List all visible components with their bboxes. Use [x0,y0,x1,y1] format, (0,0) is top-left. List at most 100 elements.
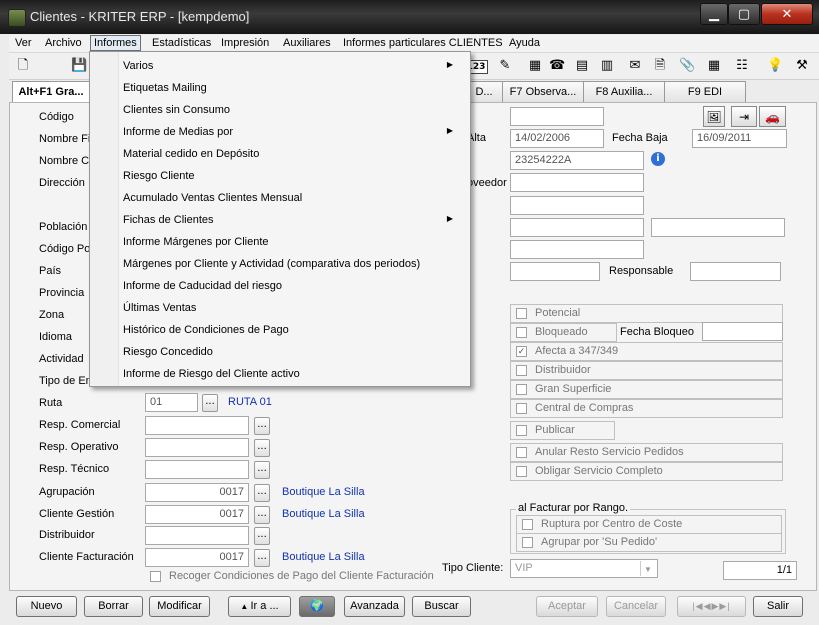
checkbox-box[interactable] [516,403,527,414]
menu-item-medias[interactable]: Informe de Medias por ▶ [123,126,463,138]
cliente-facturacion-lookup[interactable]: ... [254,549,270,567]
borrar-button[interactable]: Borrar [84,596,143,617]
resp-tecnico-lookup[interactable]: ... [254,461,270,479]
menu-item-etiquetas[interactable]: Etiquetas Mailing [123,82,207,94]
checkbox-distribuidor[interactable]: Distribuidor [510,361,783,380]
poblacion-field-extra[interactable] [651,218,785,237]
checkbox-bloqueado[interactable]: Bloqueado [510,323,617,342]
minimize-button[interactable]: ▁ [700,3,728,25]
menu-informes[interactable]: Informes [90,35,141,51]
grid-icon[interactable]: ▦ [706,58,722,74]
prev-record-icon[interactable]: ◀ [704,601,712,611]
distribuidor-lookup[interactable]: ... [254,527,270,545]
menu-informes-particulares[interactable]: Informes particulares CLIENTES [343,37,503,49]
menu-item-riesgo-cliente[interactable]: Riesgo Cliente [123,170,195,182]
maximize-button[interactable]: ▢ [728,3,760,25]
direccion-field-2[interactable] [510,196,644,215]
checkbox-potencial[interactable]: Potencial [510,304,783,323]
image-button[interactable]: 🖼 [703,106,725,127]
cliente-gestion-field[interactable]: 0017 [145,505,249,524]
menu-estadisticas[interactable]: Estadísticas [152,37,211,49]
checkbox-box[interactable] [516,447,527,458]
tab-edi[interactable]: F9 EDI [664,81,746,102]
checkbox-box[interactable] [150,571,161,582]
ruta-lookup-button[interactable]: ... [202,394,218,412]
checkbox-box[interactable]: ✓ [516,346,527,357]
chevron-down-icon[interactable]: ▼ [640,561,655,576]
checkbox-ruptura-centro[interactable]: Ruptura por Centro de Coste [516,515,782,534]
navigation-buttons[interactable]: |◀◀▶▶| [677,596,746,617]
tab-auxiliares[interactable]: F8 Auxilia... [583,81,665,102]
first-record-icon[interactable]: |◀ [692,601,703,611]
ruta-code-field[interactable]: 01 [145,393,198,412]
menu-item-fichas[interactable]: Fichas de Clientes ▶ [123,214,463,226]
car-button[interactable]: 🚗 [759,106,786,127]
distribuidor-field[interactable] [145,526,249,545]
checkbox-box[interactable] [516,425,527,436]
resp-comercial-lookup[interactable]: ... [254,417,270,435]
menu-impresion[interactable]: Impresión [221,37,269,49]
resp-operativo-field[interactable] [145,438,249,457]
checkbox-central-compras[interactable]: Central de Compras [510,399,783,418]
menu-item-ultimas-ventas[interactable]: Últimas Ventas [123,302,196,314]
pen-icon[interactable]: ✎ [497,58,513,74]
checkbox-publicar[interactable]: Publicar [510,421,615,440]
checkbox-box[interactable] [516,308,527,319]
lightbulb-icon[interactable]: 💡 [767,58,783,74]
avanzada-button[interactable]: Avanzada [344,596,405,617]
new-doc-icon[interactable]: 🗋 [15,58,31,74]
info-icon[interactable]: i [651,152,665,166]
salir-button[interactable]: Salir [753,596,803,617]
calendar-icon[interactable]: ▥ [599,58,615,74]
agrupacion-field[interactable]: 0017 [145,483,249,502]
menu-ayuda[interactable]: Ayuda [509,37,540,49]
close-button[interactable]: ✕ [761,3,813,25]
envelope-icon[interactable]: ✉ [627,58,643,74]
menu-item-varios[interactable]: Varios ▶ [123,60,463,72]
save-icon[interactable]: 💾 [71,58,87,74]
menu-item-acumulado-ventas[interactable]: Acumulado Ventas Clientes Mensual [123,192,302,204]
tipo-cliente-select[interactable]: VIP ▼ [510,559,658,578]
poblacion-field-right[interactable] [510,218,644,237]
menu-auxiliares[interactable]: Auxiliares [283,37,331,49]
resp-operativo-lookup[interactable]: ... [254,439,270,457]
checkbox-box[interactable] [516,327,527,338]
codigo-postal-field-right[interactable] [510,240,644,259]
responsable-field[interactable] [690,262,781,281]
checkbox-box[interactable] [522,519,533,530]
transfer-button[interactable]: ⇥ [731,106,757,127]
proveedor-field[interactable] [510,173,644,192]
menu-ver[interactable]: Ver [15,37,32,49]
nif-field[interactable]: 23254222A [510,151,644,170]
agrupacion-lookup[interactable]: ... [254,484,270,502]
menu-item-historico-pago[interactable]: Histórico de Condiciones de Pago [123,324,289,336]
resp-tecnico-field[interactable] [145,460,249,479]
modificar-button[interactable]: Modificar [149,596,210,617]
checkbox-box[interactable] [516,365,527,376]
menu-item-margenes-actividad[interactable]: Márgenes por Cliente y Actividad (compar… [123,258,420,270]
cancelar-button[interactable]: Cancelar [606,596,666,617]
checkbox-box[interactable] [522,537,533,548]
fecha-bloqueo-field[interactable] [702,322,783,341]
menu-item-riesgo-cliente-activo[interactable]: Informe de Riesgo del Cliente activo [123,368,300,380]
checkbox-anular-resto[interactable]: Anular Resto Servicio Pedidos [510,443,783,462]
menu-item-clientes-sin-consumo[interactable]: Clientes sin Consumo [123,104,230,116]
checkbox-afecta-347[interactable]: ✓ Afecta a 347/349 [510,342,783,361]
last-record-icon[interactable]: ▶| [719,601,730,611]
aceptar-button[interactable]: Aceptar [536,596,598,617]
list-icon[interactable]: ☷ [734,58,750,74]
ir-a-button[interactable]: ▲ Ir a ... [228,596,291,617]
menu-item-margenes-cliente[interactable]: Informe Márgenes por Cliente [123,236,269,248]
chart-icon[interactable]: ▦ [527,58,543,74]
phone-icon[interactable]: ☎ [549,58,565,74]
tools-icon[interactable]: ⚒ [794,58,810,74]
card-icon[interactable]: ▤ [574,58,590,74]
globe-button[interactable]: 🌍 [299,596,335,617]
tab-observaciones[interactable]: F7 Observa... [502,81,584,102]
tab-general[interactable]: Alt+F1 Gra... [12,81,90,102]
fecha-alta-field[interactable]: 14/02/2006 [510,129,604,148]
checkbox-box[interactable] [516,384,527,395]
pais-field-right[interactable] [510,262,600,281]
paperclip-icon[interactable]: 📎 [679,58,695,74]
buscar-button[interactable]: Buscar [412,596,471,617]
